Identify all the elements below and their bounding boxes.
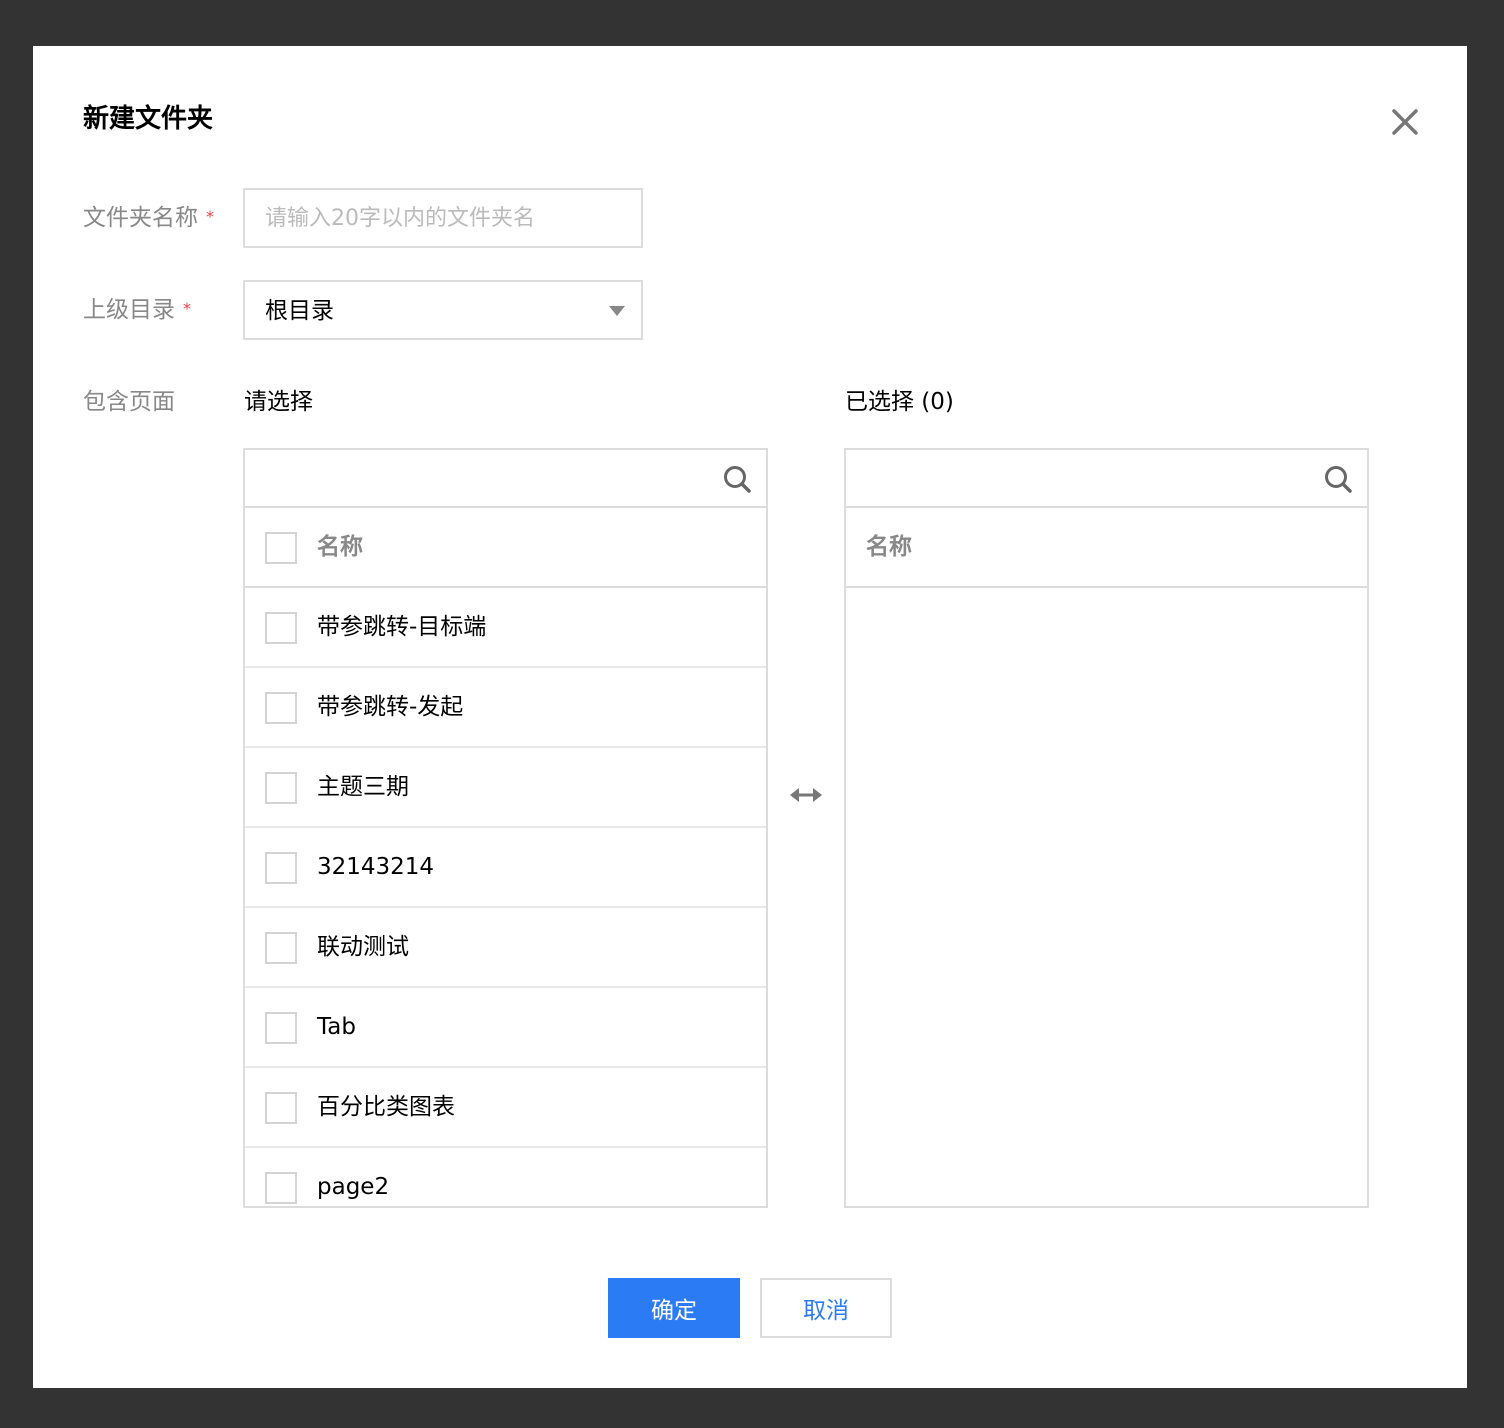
parent-dir-selected-value: 根目录: [265, 298, 334, 324]
left-search-input[interactable]: [245, 450, 766, 506]
cancel-button[interactable]: 取消: [760, 1278, 892, 1338]
select-all-checkbox[interactable]: [265, 532, 297, 564]
right-search-input[interactable]: [846, 450, 1367, 506]
list-item-label: 联动测试: [317, 934, 409, 960]
left-table-header: 名称: [245, 508, 766, 588]
list-item[interactable]: 带参跳转-目标端: [245, 588, 766, 668]
list-item-label: 主题三期: [317, 774, 409, 800]
parent-dir-select[interactable]: 根目录: [243, 280, 643, 340]
list-item-label: page2: [317, 1174, 390, 1200]
search-icon[interactable]: [1323, 464, 1353, 494]
left-panel-title: 请选择: [244, 389, 313, 415]
right-table-header: 名称: [846, 508, 1367, 588]
item-checkbox[interactable]: [265, 1172, 297, 1204]
list-item[interactable]: 带参跳转-发起: [245, 668, 766, 748]
item-checkbox[interactable]: [265, 692, 297, 724]
right-search-bar: [846, 450, 1367, 508]
column-header-name: 名称: [866, 534, 912, 560]
folder-name-label-text: 文件夹名称: [83, 205, 198, 231]
list-item-label: 32143214: [317, 854, 435, 880]
required-mark: *: [206, 206, 214, 226]
list-item[interactable]: 百分比类图表: [245, 1068, 766, 1148]
list-item-label: 百分比类图表: [317, 1094, 455, 1120]
left-transfer-panel: 名称 带参跳转-目标端 带参跳转-发起 主题三期 32143214 联动测试 T…: [243, 448, 768, 1208]
right-transfer-panel: 名称: [844, 448, 1369, 1208]
folder-name-label: 文件夹名称 *: [83, 202, 214, 235]
search-icon[interactable]: [722, 464, 752, 494]
item-checkbox[interactable]: [265, 612, 297, 644]
dialog-title: 新建文件夹: [83, 104, 214, 134]
list-item[interactable]: 联动测试: [245, 908, 766, 988]
list-item-label: 带参跳转-目标端: [317, 614, 487, 640]
list-item[interactable]: 主题三期: [245, 748, 766, 828]
left-search-bar: [245, 450, 766, 508]
parent-dir-label-text: 上级目录: [83, 297, 175, 323]
new-folder-dialog: 新建文件夹 文件夹名称 * 上级目录 * 根目录 包含页面 请选择 已选择 (0): [33, 46, 1467, 1388]
item-checkbox[interactable]: [265, 1012, 297, 1044]
list-item[interactable]: page2: [245, 1148, 766, 1206]
confirm-button[interactable]: 确定: [608, 1278, 740, 1338]
item-checkbox[interactable]: [265, 772, 297, 804]
column-header-name: 名称: [317, 534, 363, 560]
chevron-down-icon: [609, 306, 625, 316]
item-checkbox[interactable]: [265, 1092, 297, 1124]
list-item[interactable]: Tab: [245, 988, 766, 1068]
close-button[interactable]: [1389, 106, 1421, 138]
list-item-label: 带参跳转-发起: [317, 694, 464, 720]
parent-dir-label: 上级目录 *: [83, 294, 191, 327]
close-icon: [1392, 109, 1418, 135]
list-item-label: Tab: [317, 1014, 356, 1040]
swap-horizontal-icon: [790, 788, 822, 802]
item-checkbox[interactable]: [265, 932, 297, 964]
folder-name-input[interactable]: [243, 188, 643, 248]
right-panel-title: 已选择 (0): [845, 389, 954, 415]
required-mark: *: [183, 298, 191, 318]
list-item[interactable]: 32143214: [245, 828, 766, 908]
pages-label: 包含页面: [83, 389, 175, 415]
item-checkbox[interactable]: [265, 852, 297, 884]
